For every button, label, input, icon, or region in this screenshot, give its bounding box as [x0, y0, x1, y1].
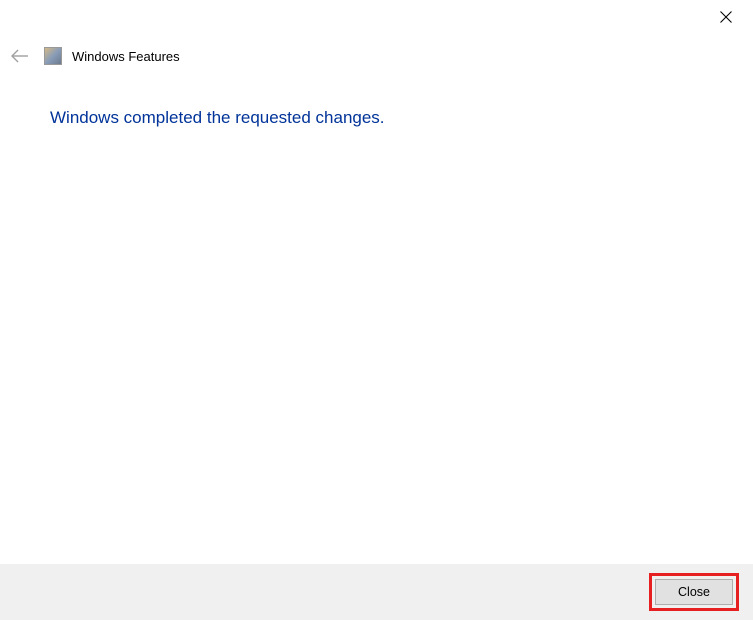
close-button-highlight: Close [649, 573, 739, 611]
windows-features-icon [44, 47, 62, 65]
window-close-button[interactable] [703, 2, 749, 32]
dialog-header: Windows Features [10, 46, 180, 66]
status-message: Windows completed the requested changes. [50, 108, 385, 128]
close-icon [720, 11, 732, 23]
back-button[interactable] [10, 46, 30, 66]
close-button[interactable]: Close [655, 579, 733, 605]
dialog-title: Windows Features [72, 49, 180, 64]
titlebar [703, 0, 753, 32]
footer-bar: Close [0, 564, 753, 620]
back-arrow-icon [11, 49, 29, 63]
